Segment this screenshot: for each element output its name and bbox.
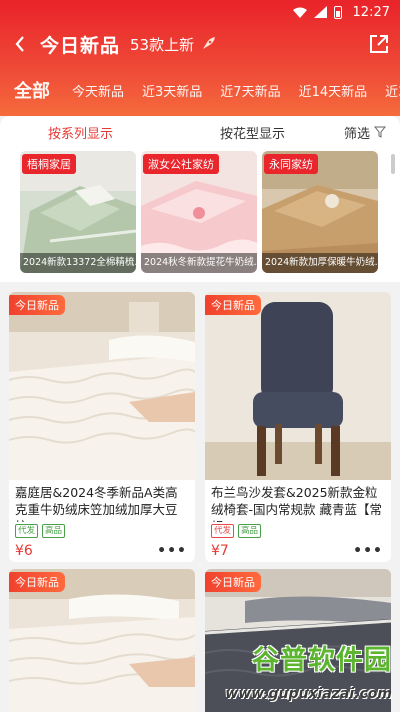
chip-quality: 高品 (42, 524, 66, 538)
filter-label: 筛选 (344, 126, 371, 142)
page-title: 今日新品 (40, 34, 121, 57)
site-watermark: 谷普软件园 www.gupuxiazai.com (222, 634, 398, 706)
product-card[interactable]: 今日新品 嘉庭居&2024冬季新品A类高克重牛奶绒床笠加绒加厚大豆抗... 代发… (9, 292, 195, 562)
shop-tag: 梧桐家居 (22, 154, 76, 174)
header-bar: 12:27 今日新品 53款上新 全部 今天新品 近3天新品 近7天新品 近14… (0, 0, 400, 116)
signal-icon (313, 6, 327, 18)
new-badge: 今日新品 (205, 572, 261, 592)
shop-card[interactable]: 淑女公社家纺 2024秋冬新款提花牛奶绒... (141, 151, 257, 273)
tab-14-days[interactable]: 近14天新品 (299, 81, 368, 100)
status-bar: 12:27 (0, 0, 400, 24)
product-price: ¥7 (211, 543, 229, 559)
funnel-icon (374, 126, 387, 138)
view-by-pattern-button[interactable]: 按花型显示 (220, 123, 285, 142)
scrollbar[interactable] (391, 154, 395, 174)
watermark-name: 谷普软件园 (252, 645, 392, 676)
back-chevron-icon[interactable] (12, 36, 28, 52)
new-count: 53款上新 (130, 35, 195, 54)
view-by-series-button[interactable]: 按系列显示 (48, 123, 113, 142)
product-title: 嘉庭居&2024冬季新品A类高克重牛奶绒床笠加绒加厚大豆抗... (15, 485, 178, 522)
shop-tag: 永同家纺 (264, 154, 318, 174)
new-badge: 今日新品 (9, 572, 65, 592)
tab-7-days[interactable]: 近7天新品 (220, 81, 280, 100)
share-icon[interactable] (368, 33, 390, 55)
new-badge: 今日新品 (9, 295, 65, 315)
more-icon[interactable]: ••• (157, 543, 187, 559)
more-icon[interactable]: ••• (353, 543, 383, 559)
status-time: 12:27 (352, 4, 390, 20)
shop-tag: 淑女公社家纺 (143, 154, 219, 174)
rocket-icon (203, 37, 216, 49)
product-image (205, 292, 391, 480)
new-badge: 今日新品 (205, 295, 261, 315)
shop-caption: 2024新款加厚保暖牛奶绒... (262, 253, 378, 273)
category-tabs: 全部 今天新品 近3天新品 近7天新品 近14天新品 近30天新品 (0, 64, 400, 116)
watermark-url: www.gupuxiazai.com (225, 686, 392, 702)
tab-3-days[interactable]: 近3天新品 (142, 81, 202, 100)
shop-caption: 2024新款13372全棉精梳... (20, 253, 136, 273)
tab-all[interactable]: 全部 (14, 77, 50, 103)
chip-dropship: 代发 (15, 524, 39, 538)
product-image (9, 292, 195, 480)
battery-icon (333, 5, 342, 19)
chip-dropship: 代发 (211, 524, 235, 538)
tab-30-days[interactable]: 近30天新品 (385, 81, 400, 100)
shop-card[interactable]: 永同家纺 2024新款加厚保暖牛奶绒... (262, 151, 378, 273)
shop-card[interactable]: 梧桐家居 2024新款13372全棉精梳... (20, 151, 136, 273)
tab-today[interactable]: 今天新品 (72, 81, 124, 100)
shop-caption: 2024秋冬新款提花牛奶绒... (141, 253, 257, 273)
shop-carousel: 梧桐家居 2024新款13372全棉精梳... 淑女公社家纺 2024秋冬新款提… (0, 148, 400, 282)
product-price: ¥6 (15, 543, 33, 559)
wifi-icon (292, 7, 307, 18)
product-card[interactable]: 今日新品 布兰鸟沙发套&2025新款金粒绒椅套-国内常规款 藏青蓝【常规... … (205, 292, 391, 562)
product-title: 布兰鸟沙发套&2025新款金粒绒椅套-国内常规款 藏青蓝【常规... (211, 485, 382, 522)
filter-button[interactable]: 筛选 (344, 123, 387, 142)
product-card[interactable]: 今日新品 (9, 569, 195, 712)
chip-quality: 高品 (238, 524, 262, 538)
filter-bar: 按系列显示 按花型显示 筛选 (0, 116, 400, 148)
